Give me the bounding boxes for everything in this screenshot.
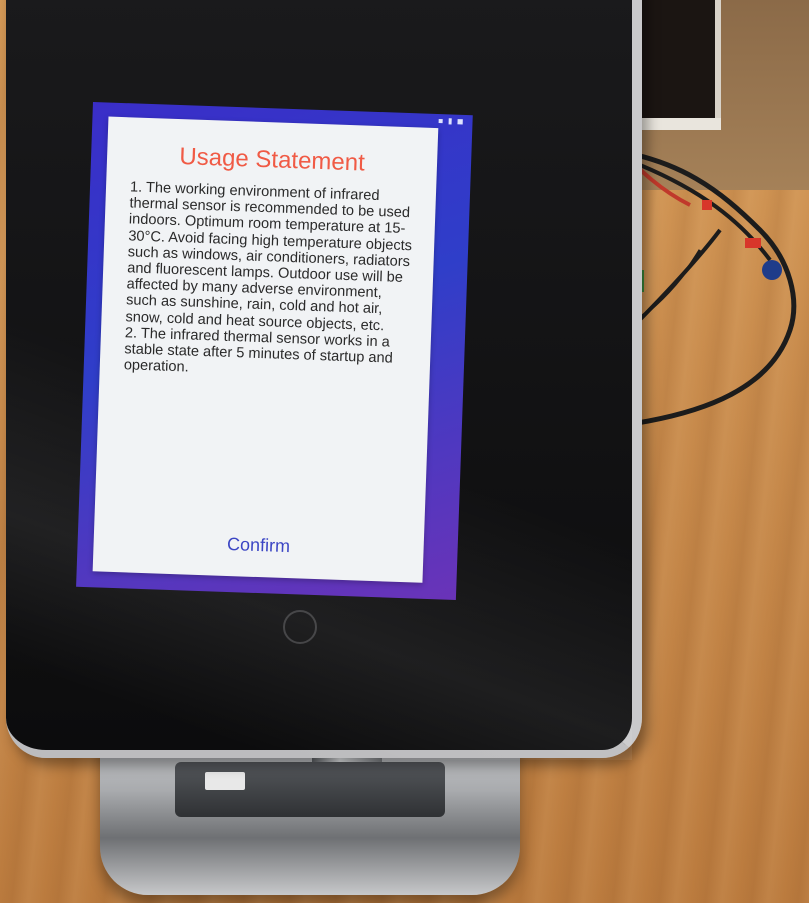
usage-statement-dialog: Usage Statement 1. The working environme…: [92, 116, 439, 583]
red-connector-icon: [745, 238, 761, 248]
stand-label: [205, 772, 245, 790]
blue-connector-icon: [762, 260, 782, 280]
photo-scene: ▪ ▮ ◼ Usage Statement 1. The working env…: [0, 0, 809, 903]
home-button-icon[interactable]: [283, 610, 317, 644]
confirm-button[interactable]: Confirm: [93, 528, 424, 563]
dialog-body-text: 1. The working environment of infrared t…: [123, 179, 417, 376]
status-bar-icons: ▪ ▮ ◼: [437, 116, 465, 126]
device-screen: ▪ ▮ ◼ Usage Statement 1. The working env…: [76, 102, 473, 600]
dialog-title: Usage Statement: [178, 143, 366, 177]
